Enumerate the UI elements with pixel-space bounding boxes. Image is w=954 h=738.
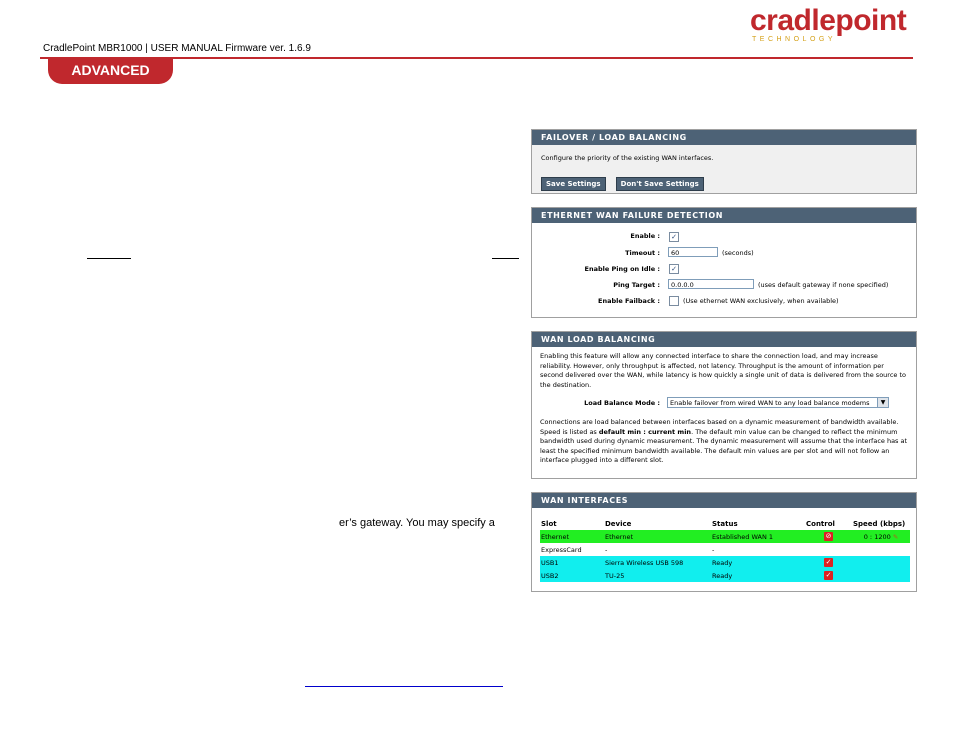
column-header-device: Device [605, 520, 632, 528]
failover-panel: FAILOVER / LOAD BALANCING Configure the … [531, 129, 917, 194]
section-tab-advanced: ADVANCED [48, 58, 173, 84]
ping-target-input[interactable]: 0.0.0.0 [668, 279, 754, 289]
document-header-title: CradlePoint MBR1000 | USER MANUAL Firmwa… [43, 43, 311, 54]
cradlepoint-logo: cradlepoint TECHNOLOGY [750, 4, 907, 46]
row-status: Ready [712, 571, 733, 580]
row-control: ✓ [805, 569, 852, 582]
failback-label: Enable Failback : [598, 297, 660, 305]
row-slot: ExpressCard [541, 545, 582, 554]
row-slot: Ethernet [541, 532, 569, 541]
table-row[interactable]: Ethernet Ethernet Established WAN 1 ⊘ 0 … [540, 530, 910, 543]
wan-interfaces-table: Slot Device Status Control Speed (kbps) … [540, 518, 910, 582]
chevron-down-icon[interactable]: ▼ [877, 398, 888, 407]
edit-pencil-icon[interactable]: ✎ [893, 533, 898, 541]
failback-checkbox[interactable] [669, 296, 679, 306]
logo-wordmark: cradlepoint [750, 4, 907, 37]
column-header-slot: Slot [541, 520, 557, 528]
logo-tagline: TECHNOLOGY [752, 36, 837, 43]
row-control [805, 543, 852, 556]
ping-target-label: Ping Target : [613, 281, 660, 289]
failover-description: Configure the priority of the existing W… [541, 154, 714, 162]
table-row[interactable]: ExpressCard - - [540, 543, 910, 556]
failback-hint: (Use ethernet WAN exclusively, when avai… [683, 297, 839, 305]
connect-check-icon[interactable]: ✓ [824, 571, 833, 580]
wan-interfaces-panel: WAN INTERFACES Slot Device Status Contro… [531, 492, 917, 592]
row-speed [852, 543, 910, 556]
timeout-label: Timeout : [625, 249, 660, 257]
wan-interfaces-panel-title: WAN INTERFACES [532, 493, 916, 508]
table-header-row: Slot Device Status Control Speed (kbps) [540, 518, 910, 530]
hyperlink-underline [305, 686, 503, 687]
ping-idle-label: Enable Ping on Idle : [584, 265, 660, 273]
load-balancing-panel: WAN LOAD BALANCING Enabling this feature… [531, 331, 917, 479]
failover-panel-title: FAILOVER / LOAD BALANCING [532, 130, 916, 145]
ping-target-hint: (uses default gateway if none specified) [758, 281, 889, 289]
row-speed: 0 : 1200 ✎ [852, 530, 910, 543]
timeout-input[interactable]: 60 [668, 247, 718, 257]
load-balancing-intro: Enabling this feature will allow any con… [540, 352, 906, 389]
row-status: Established WAN 1 [712, 532, 774, 541]
underline-fragment-left [87, 258, 131, 259]
column-header-speed: Speed (kbps) [853, 520, 906, 528]
save-settings-button[interactable]: Save Settings [541, 177, 606, 191]
table-row[interactable]: USB1 Sierra Wireless USB 598 Ready ✓ [540, 556, 910, 569]
enable-checkbox[interactable]: ✓ [669, 232, 679, 242]
load-balance-mode-value: Enable failover from wired WAN to any lo… [670, 399, 870, 407]
timeout-unit: (seconds) [722, 249, 754, 257]
row-device: TU-25 [605, 571, 625, 580]
body-text-fragment: er’s gateway. You may specify a [339, 517, 495, 529]
row-status: Ready [712, 558, 733, 567]
load-balance-mode-label: Load Balance Mode : [584, 399, 660, 407]
row-status: - [712, 545, 715, 554]
notes-bold: default min : current min [598, 427, 692, 436]
ping-idle-checkbox[interactable]: ✓ [669, 264, 679, 274]
row-slot: USB2 [541, 571, 559, 580]
load-balancing-panel-title: WAN LOAD BALANCING [532, 332, 916, 347]
ethernet-failure-panel: ETHERNET WAN FAILURE DETECTION Enable : … [531, 207, 917, 318]
row-device: Sierra Wireless USB 598 [605, 558, 684, 567]
column-header-status: Status [712, 520, 738, 528]
enable-label: Enable : [630, 232, 660, 240]
row-speed [852, 556, 910, 569]
dont-save-settings-button[interactable]: Don't Save Settings [615, 177, 704, 191]
speed-value: 0 : 1200 [863, 532, 891, 541]
row-speed [852, 569, 910, 582]
load-balancing-notes: Connections are load balanced between in… [540, 418, 912, 466]
disconnect-icon[interactable]: ⊘ [824, 532, 833, 541]
load-balance-mode-select[interactable]: Enable failover from wired WAN to any lo… [667, 397, 889, 408]
table-row[interactable]: USB2 TU-25 Ready ✓ [540, 569, 910, 582]
column-header-control: Control [806, 520, 835, 528]
row-slot: USB1 [541, 558, 559, 567]
row-control: ✓ [805, 556, 852, 569]
row-device: - [605, 545, 608, 554]
ethernet-failure-panel-title: ETHERNET WAN FAILURE DETECTION [532, 208, 916, 223]
underline-fragment-right [492, 258, 519, 259]
row-control: ⊘ [805, 530, 852, 543]
row-device: Ethernet [605, 532, 633, 541]
connect-check-icon[interactable]: ✓ [824, 558, 833, 567]
